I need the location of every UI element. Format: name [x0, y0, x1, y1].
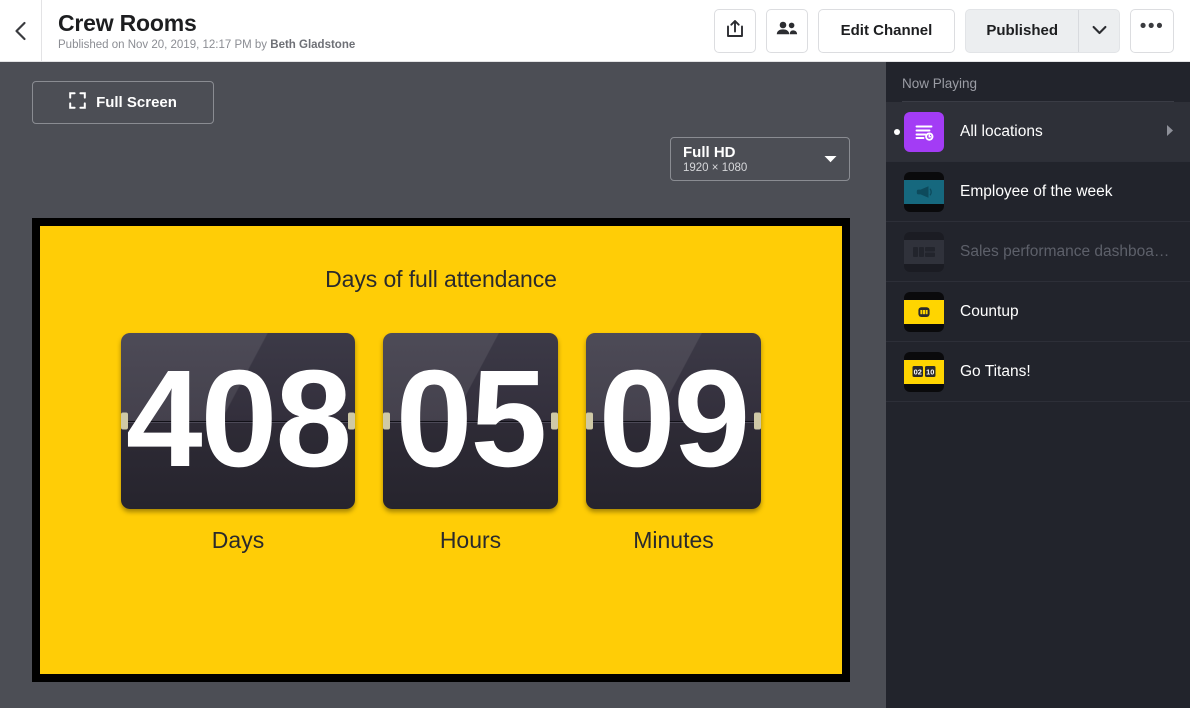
sidebar-item-all-locations[interactable]: All locations	[886, 102, 1190, 162]
now-playing-heading: Now Playing	[902, 62, 1174, 102]
full-screen-label: Full Screen	[96, 94, 177, 111]
title-group: Crew Rooms Published on Nov 20, 2019, 12…	[58, 10, 714, 51]
flip-card-days: 408	[121, 333, 355, 509]
publish-status-caret-button[interactable]	[1079, 10, 1119, 52]
flip-value-days: 408	[125, 342, 352, 496]
resolution-name: Full HD	[683, 143, 736, 161]
svg-text:02: 02	[914, 367, 922, 376]
expand-icon	[69, 92, 86, 113]
page-subtitle: Published on Nov 20, 2019, 12:17 PM by B…	[58, 39, 714, 51]
flip-clock: 408 Days 05 Hours 09 Minutes	[121, 333, 761, 554]
playlist-clock-icon	[904, 111, 944, 152]
sidebar-item-go-titans[interactable]: 02 10 Go Titans!	[886, 342, 1190, 402]
sidebar-item-label: Sales performance dashboard....	[960, 242, 1174, 260]
preview-frame: Days of full attendance 408 Days 05 Hour…	[32, 218, 850, 682]
full-screen-button[interactable]: Full Screen	[32, 81, 214, 124]
hinge-nub-left	[121, 412, 128, 430]
hinge-nub-right	[348, 412, 355, 430]
share-upload-icon	[726, 19, 744, 43]
toolbar-actions: Edit Channel Published •••	[713, 8, 1190, 53]
top-bar: Crew Rooms Published on Nov 20, 2019, 12…	[0, 0, 1190, 62]
flip-value-minutes: 09	[598, 342, 750, 496]
flip-card-hours: 05	[383, 333, 558, 509]
chevron-down-icon	[1092, 22, 1107, 40]
hinge-nub-left	[383, 412, 390, 430]
resolution-dropdown[interactable]: Full HD 1920 × 1080	[670, 137, 850, 181]
sidebar-item-label: Go Titans!	[960, 362, 1031, 380]
sidebar-item-label: All locations	[960, 122, 1043, 140]
people-icon	[776, 20, 798, 41]
flip-label-hours: Hours	[439, 527, 502, 553]
active-bullet	[894, 128, 900, 135]
sidebar-item-label: Countup	[960, 302, 1019, 320]
sidebar-item-label: Employee of the week	[960, 182, 1113, 200]
flip-value-hours: 05	[395, 342, 547, 496]
preview-stage: Full Screen Full HD 1920 × 1080 Days of …	[0, 62, 886, 708]
megaphone-icon	[904, 171, 944, 212]
sidebar-item-employee-of-the-week[interactable]: Employee of the week	[886, 162, 1190, 222]
hinge-nub-right	[754, 412, 761, 430]
share-button[interactable]	[713, 8, 756, 53]
sidebar-item-countup[interactable]: Countup	[886, 282, 1190, 342]
publish-status-split-button[interactable]: Published	[965, 8, 1120, 53]
flip-unit-days: 408 Days	[121, 333, 355, 554]
flip-digits-icon: 02 10	[904, 351, 944, 392]
now-playing-sidebar: Now Playing All locations Employee of th…	[886, 62, 1190, 708]
publish-status-label[interactable]: Published	[966, 10, 1078, 52]
back-button[interactable]	[0, 0, 42, 62]
audience-button[interactable]	[765, 8, 808, 53]
more-options-button[interactable]: •••	[1130, 8, 1174, 53]
resolution-text: Full HD 1920 × 1080	[683, 144, 824, 174]
page-subtitle-prefix: Published on Nov 20, 2019, 12:17 PM by	[58, 39, 271, 52]
edit-channel-button[interactable]: Edit Channel	[817, 8, 956, 53]
dashboard-icon	[904, 231, 944, 272]
caret-down-icon	[824, 150, 837, 168]
flip-label-minutes: Minutes	[633, 527, 714, 553]
flip-unit-minutes: 09 Minutes	[586, 333, 761, 554]
preview-canvas[interactable]: Days of full attendance 408 Days 05 Hour…	[40, 226, 842, 674]
chevron-left-icon	[14, 21, 27, 41]
hinge-nub-right	[551, 412, 558, 430]
app-root: Crew Rooms Published on Nov 20, 2019, 12…	[0, 0, 1190, 708]
sidebar-item-sales-performance-dashboard[interactable]: Sales performance dashboard....	[886, 222, 1190, 282]
flip-card-minutes: 09	[586, 333, 761, 509]
counter-icon	[904, 291, 944, 332]
flip-unit-hours: 05 Hours	[383, 333, 558, 554]
chevron-right-icon[interactable]	[1166, 124, 1174, 140]
page-title: Crew Rooms	[58, 9, 197, 36]
resolution-dimensions: 1920 × 1080	[683, 162, 748, 175]
page-author: Beth Gladstone	[270, 39, 356, 52]
preview-title: Days of full attendance	[325, 266, 557, 292]
hinge-nub-left	[586, 412, 593, 430]
now-playing-list: All locations Employee of the week Sales…	[886, 102, 1190, 402]
flip-label-days: Days	[211, 527, 265, 553]
svg-text:10: 10	[926, 367, 934, 376]
